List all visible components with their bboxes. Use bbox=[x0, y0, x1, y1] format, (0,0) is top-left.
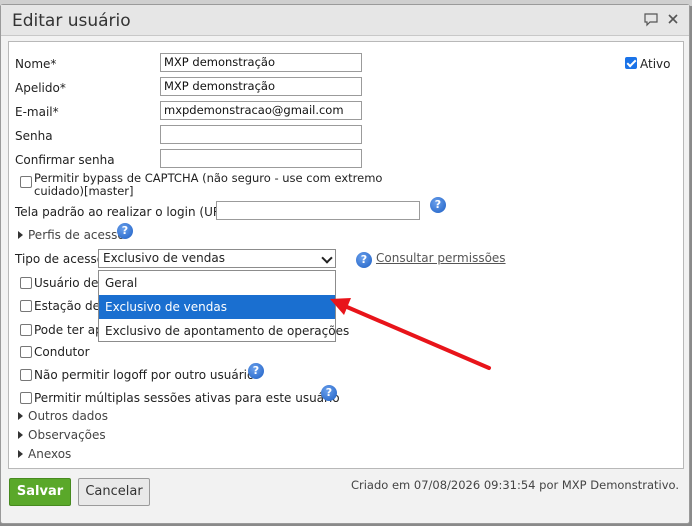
annotation-arrow bbox=[330, 298, 491, 370]
